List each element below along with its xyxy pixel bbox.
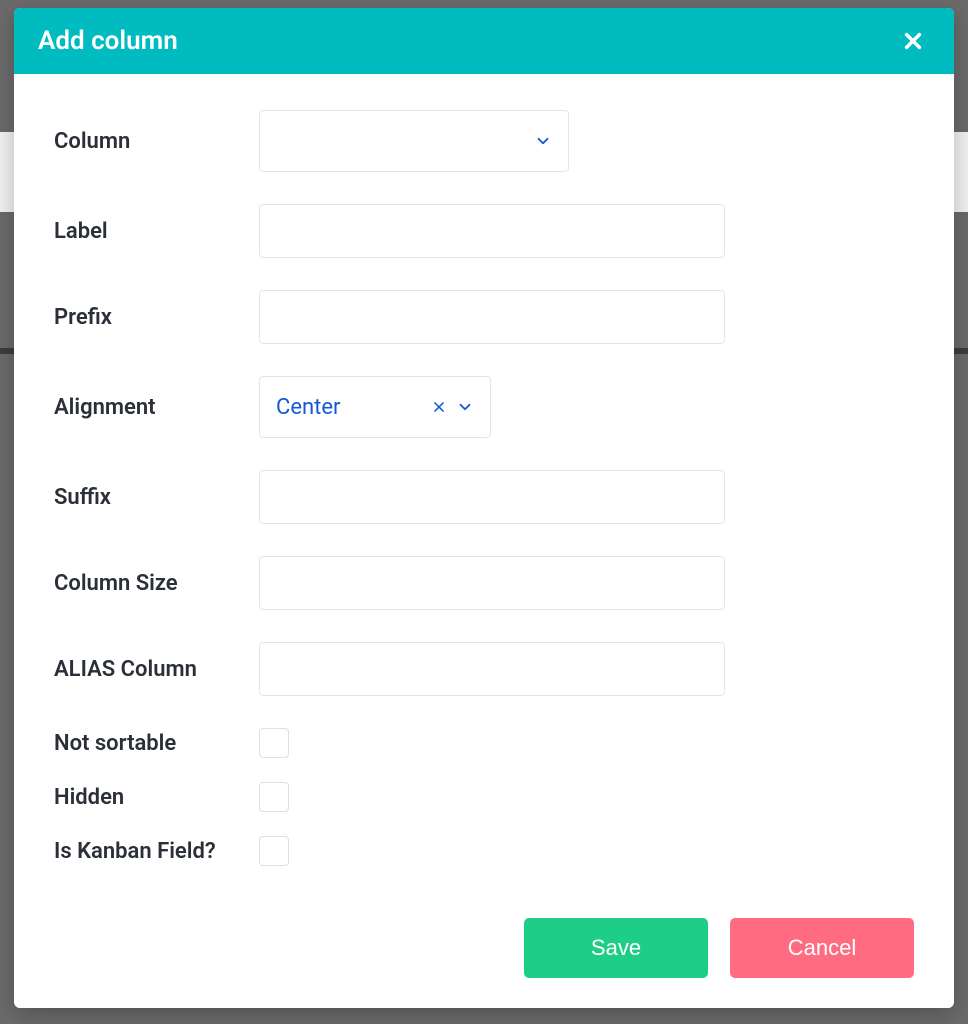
label-input[interactable] xyxy=(259,204,725,258)
row-prefix: Prefix xyxy=(54,290,914,344)
label-hidden: Hidden xyxy=(54,785,259,810)
row-not-sortable: Not sortable xyxy=(54,728,914,758)
row-column-size: Column Size xyxy=(54,556,914,610)
row-alignment: Alignment Center xyxy=(54,376,914,438)
modal-footer: Save Cancel xyxy=(14,918,954,1008)
alignment-select-value: Center xyxy=(276,395,432,420)
close-button[interactable] xyxy=(896,26,930,56)
chevron-down-icon xyxy=(534,132,552,150)
label-alignment: Alignment xyxy=(54,395,259,420)
row-hidden: Hidden xyxy=(54,782,914,812)
column-select[interactable] xyxy=(259,110,569,172)
row-column: Column xyxy=(54,110,914,172)
alignment-select[interactable]: Center xyxy=(259,376,491,438)
label-prefix: Prefix xyxy=(54,305,259,330)
row-is-kanban: Is Kanban Field? xyxy=(54,836,914,866)
label-not-sortable: Not sortable xyxy=(54,731,259,756)
label-column-size: Column Size xyxy=(54,571,259,596)
label-is-kanban: Is Kanban Field? xyxy=(54,839,259,864)
save-button[interactable]: Save xyxy=(524,918,708,978)
suffix-input[interactable] xyxy=(259,470,725,524)
modal-body: Column Label Prefix Alignment xyxy=(14,74,954,918)
row-suffix: Suffix xyxy=(54,470,914,524)
chevron-down-icon xyxy=(456,398,474,416)
label-suffix: Suffix xyxy=(54,485,259,510)
column-size-input[interactable] xyxy=(259,556,725,610)
label-label: Label xyxy=(54,219,259,244)
row-label: Label xyxy=(54,204,914,258)
row-alias-column: ALIAS Column xyxy=(54,642,914,696)
modal-title: Add column xyxy=(38,26,178,56)
hidden-checkbox[interactable] xyxy=(259,782,289,812)
label-column: Column xyxy=(54,129,259,154)
modal-header: Add column xyxy=(14,8,954,74)
label-alias-column: ALIAS Column xyxy=(54,657,259,682)
clear-icon[interactable] xyxy=(432,400,446,414)
not-sortable-checkbox[interactable] xyxy=(259,728,289,758)
prefix-input[interactable] xyxy=(259,290,725,344)
alias-column-input[interactable] xyxy=(259,642,725,696)
is-kanban-checkbox[interactable] xyxy=(259,836,289,866)
add-column-modal: Add column Column Label Prefix xyxy=(14,8,954,1008)
close-icon xyxy=(902,30,924,52)
cancel-button[interactable]: Cancel xyxy=(730,918,914,978)
